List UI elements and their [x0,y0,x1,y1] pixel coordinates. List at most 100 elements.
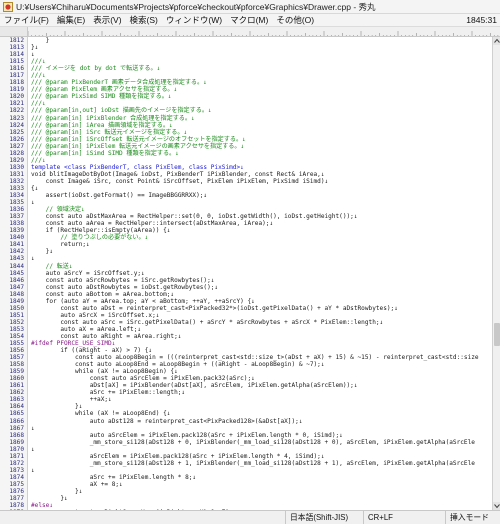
code-line[interactable]: 1875 aX += 8;↓ [0,481,492,488]
code-line[interactable]: 1824 /// @param[in] iArea 描画領域を指定する。↓ [0,122,492,129]
code-line[interactable]: 1849 for (auto aY = aArea.top; aY < aBot… [0,298,492,305]
editor-area[interactable]: 1812 } 1813}↓ 1814 ↓ 1815///↓ 1816/// イメージを d… [0,37,492,510]
code-line[interactable]: 1869 _mm_store_si128(aDst128 + 0, iPixBl… [0,439,492,446]
line-text: aSrcElem = iPixElem.pack128(aSrc + iPixE… [31,452,325,460]
code-line[interactable]: 1842 }↓ [0,248,492,255]
code-line[interactable]: 1831 void blitImageDotByDot(Image& ioDst,… [0,171,492,178]
line-text: /// @param[in] iSimd SIMD 種類を指定する。↓ [31,149,179,157]
code-line[interactable]: 1867 ↓ [0,425,492,432]
line-number: 1874 [9,473,24,481]
code-line[interactable]: 1870 ↓ [0,446,492,453]
line-number: 1845 [9,269,24,277]
line-text: } [31,37,50,44]
code-line[interactable]: 1844 // 転送↓ [0,263,492,270]
code-line[interactable]: 1846 const auto aSrcRowbytes = iSrc.getR… [0,277,492,284]
code-line[interactable]: 1812 } [0,37,492,44]
status-mode[interactable]: 挿入モード [445,511,500,524]
menu-file[interactable]: ファイル(F) [0,14,53,26]
code-line[interactable]: 1820 /// @param PixSimd SIMD 種類を指定する。↓ [0,93,492,100]
code-line[interactable]: 1863 ++aX;↓ [0,396,492,403]
menu-window[interactable]: ウィンドウ(W) [162,14,226,26]
menu-macro[interactable]: マクロ(M) [226,14,272,26]
scroll-down-button[interactable] [493,502,500,510]
code-line[interactable]: 1859 while (aX != aLoop8Begin) {↓ [0,368,492,375]
menu-other[interactable]: その他(O) [272,14,318,26]
code-line[interactable]: 1843 ↓ [0,255,492,262]
code-line[interactable]: 1861 aDst[aX] = iPixBlender(aDst[aX], aS… [0,382,492,389]
scroll-up-button[interactable] [493,37,500,45]
line-text: const auto aSrcRowbytes = iSrc.getRowbyt… [31,276,215,284]
code-line[interactable]: 1814 ↓ [0,51,492,58]
line-number: 1853 [9,325,24,333]
code-line[interactable]: 1841 return;↓ [0,241,492,248]
code-line[interactable]: 1816 /// イメージを dot by dot で転送する。↓ [0,65,492,72]
code-line[interactable]: 1829 ///↓ [0,157,492,164]
code-line[interactable]: 1822 /// @param[in,out] ioDst 描画先のイメージを指定… [0,107,492,114]
code-line[interactable]: 1828 /// @param[in] iSimd SIMD 種類を指定する。↓ [0,150,492,157]
ruler-ticks [28,31,499,36]
code-line[interactable]: 1871 aSrcElem = iPixElem.pack128(aSrc + … [0,453,492,460]
code-line[interactable]: 1856 if ((aRight - aX) > 7) {↓ [0,347,492,354]
line-number: 1850 [9,304,24,312]
line-number: 1817 [9,72,24,80]
code-line[interactable]: 1825 /// @param[in] iSrc 転送元イメージを指定する。↓ [0,129,492,136]
line-text: /// @param[in] iPixElem 転送元イメージの画素アクセサを指… [31,142,245,150]
code-line[interactable]: 1876 }↓ [0,488,492,495]
line-text: #ifdef PFORCE_USE_SIMD↓ [31,340,116,348]
code-line[interactable]: 1878 #else↓ [0,502,492,509]
line-number: 1843 [9,255,24,263]
code-line[interactable]: 1830 template <class PixBenderT, class Pi… [0,164,492,171]
vertical-scrollbar[interactable] [492,37,500,510]
code-line[interactable]: 1840 // 塗りつぶしの必要がない。↓ [0,234,492,241]
code-line[interactable]: 1827 /// @param[in] iPixElem 転送元イメージの画素アク… [0,143,492,150]
code-line[interactable]: 1864 }↓ [0,403,492,410]
code-line[interactable]: 1853 auto aX = aArea.left;↓ [0,326,492,333]
code-line[interactable]: 1845 auto aSrcY = iSrcOffset.y;↓ [0,270,492,277]
line-number: 1877 [9,495,24,503]
code-line[interactable]: 1868 auto aSrcElem = iPixElem.pack128(aS… [0,432,492,439]
line-number: 1862 [9,389,24,397]
scrollbar-thumb[interactable] [494,322,500,346]
code-line[interactable]: 1865 while (aX != aLoop8End) {↓ [0,410,492,417]
menu-edit[interactable]: 編集(E) [53,14,89,26]
clock: 1845:31 [466,15,497,25]
code-line[interactable]: 1847 const auto aDstRowbytes = ioDst.get… [0,284,492,291]
code-line[interactable]: 1862 aSrc += iPixElem::length;↓ [0,389,492,396]
code-line[interactable]: 1860 const auto aSrcElem = iPixElem.pack… [0,375,492,382]
code-line[interactable]: 1854 const auto aRight = aArea.right;↓ [0,333,492,340]
status-encoding[interactable]: 日本語(Shift-JIS) [285,511,363,524]
menu-view[interactable]: 表示(V) [89,14,125,26]
code-line[interactable]: 1855 #ifdef PFORCE_USE_SIMD↓ [0,340,492,347]
code-line[interactable]: 1836 // 領域決定↓ [0,206,492,213]
code-line[interactable]: 1850 const auto aDst = reinterpret_cast<… [0,305,492,312]
line-number: 1876 [9,488,24,495]
code-line[interactable]: 1858 const auto aLoop8End = aLoop8Begin … [0,361,492,368]
line-text: aSrc += iPixElem::length;↓ [31,389,186,397]
line-text: const auto aLoop8Begin = (((reinterpret_… [31,354,479,362]
code-line[interactable]: 1873 ↓ [0,467,492,474]
code-line[interactable]: 1838 const auto aArea = RectHelper::inte… [0,220,492,227]
code-line[interactable]: 1857 const auto aLoop8Begin = (((reinter… [0,354,492,361]
code-line[interactable]: 1832 const Image& iSrc, const Point& iSr… [0,178,492,185]
status-newline[interactable]: CR+LF [363,511,425,524]
line-number: 1836 [9,206,24,214]
code-line[interactable]: 1823 /// @param[in] iPixBlender 合成処理を指定する… [0,115,492,122]
code-line[interactable]: 1874 aSrc += iPixElem.length * 8;↓ [0,474,492,481]
line-text: ↓ [31,466,35,474]
code-line[interactable]: 1834 assert(ioDst.getFormat() == ImageBB… [0,192,492,199]
code-line[interactable]: 1852 const auto aSrc = iSrc.getPixelData… [0,319,492,326]
code-line[interactable]: 1866 auto aDst128 = reinterpret_cast<Pix… [0,418,492,425]
code-lines[interactable]: 1812 } 1813}↓ 1814 ↓ 1815///↓ 1816/// イメージを d… [0,37,492,510]
line-number: 1813 [9,44,24,52]
line-text: const auto aSrc = iSrc.getPixelData() + … [31,318,384,326]
code-line[interactable]: 1833 {↓ [0,185,492,192]
code-line[interactable]: 1877 }↓ [0,495,492,502]
code-line[interactable]: 1826 /// @param[in] iSrcOffset 転送元イメージのオフ… [0,136,492,143]
code-line[interactable]: 1872 _mm_store_si128(aDst128 + 1, iPixBl… [0,460,492,467]
code-line[interactable]: 1851 auto aSrcX = iSrcOffset.x;↓ [0,312,492,319]
code-line[interactable]: 1837 const auto aDstMaxArea = RectHelper… [0,213,492,220]
code-line[interactable]: 1848 const auto aBottom = aArea.bottom;↓ [0,291,492,298]
menu-search[interactable]: 検索(S) [126,14,162,26]
code-line[interactable]: 1813}↓ [0,44,492,51]
line-text: const auto aArea = RectHelper::intersect… [31,220,274,228]
